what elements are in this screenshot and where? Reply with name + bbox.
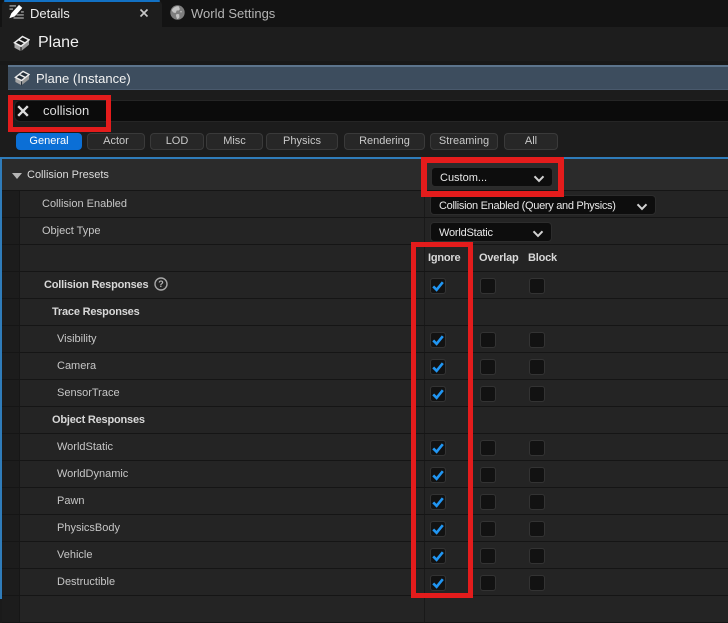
svg-text:?: ? bbox=[158, 279, 164, 289]
